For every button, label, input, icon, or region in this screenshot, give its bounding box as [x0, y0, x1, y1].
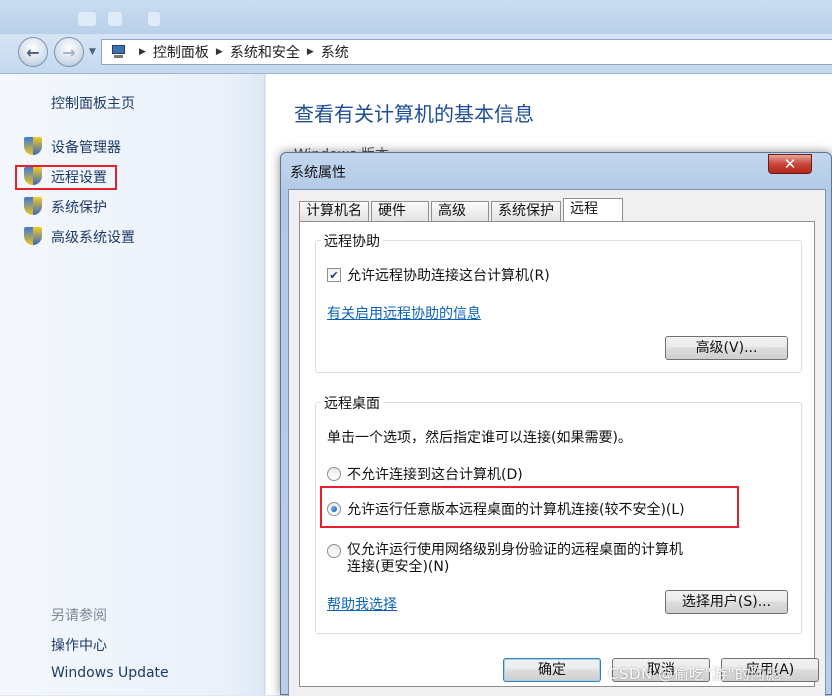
radio-label: 仅允许运行使用网络级别身份验证的远程桌面的计算机: [347, 542, 683, 558]
tab-advanced[interactable]: 高级: [431, 201, 489, 221]
chevron-right-icon[interactable]: ▶: [139, 47, 146, 57]
recent-pages-dropdown-icon[interactable]: ▼: [89, 47, 96, 57]
tab-hardware[interactable]: 硬件: [371, 201, 429, 221]
uac-shield-icon: [24, 137, 42, 157]
action-center-link[interactable]: 操作中心: [51, 635, 107, 655]
allow-remote-assistance-checkbox[interactable]: ✔ 允许远程协助连接这台计算机(R): [327, 265, 550, 285]
breadcrumb-item-system-security[interactable]: 系统和安全: [230, 42, 300, 62]
close-button[interactable]: ✕: [768, 154, 812, 174]
back-arrow-icon: ←: [26, 42, 40, 62]
highlight-box: [15, 165, 117, 190]
radio-label: 连接(更安全)(N): [347, 559, 450, 575]
address-bar: ← → ▼ ▶ 控制面板 ▶ 系统和安全 ▶ 系统: [0, 34, 832, 74]
advanced-button[interactable]: 高级(V)...: [665, 336, 788, 360]
tab-panel-remote: 远程协助 ✔ 允许远程协助连接这台计算机(R) 有关启用远程协助的信息 高级(V…: [299, 221, 815, 687]
tab-computer-name[interactable]: 计算机名: [299, 201, 369, 221]
remote-desktop-group-title: 远程桌面: [321, 393, 383, 413]
breadcrumb-item-system[interactable]: 系统: [321, 42, 349, 62]
titlebar-blur: [108, 12, 122, 26]
left-nav: 控制面板主页 设备管理器 远程设置 系统保护 高级系统设置 另请参阅 操作中心 …: [0, 74, 265, 695]
checkbox-label: 允许远程协助连接这台计算机(R): [347, 268, 550, 284]
sidebar-item-label: 设备管理器: [51, 140, 121, 156]
tab-strip: 计算机名 硬件 高级 系统保护 远程: [299, 198, 625, 222]
dialog-body: 计算机名 硬件 高级 系统保护 远程 远程协助 ✔ 允许远程协助连接这台计算机(…: [288, 189, 826, 696]
sidebar-item-system-protection[interactable]: 系统保护: [24, 196, 107, 218]
forward-button[interactable]: →: [54, 37, 84, 67]
close-icon: ✕: [783, 155, 797, 173]
uac-shield-icon: [24, 197, 42, 217]
dialog-title: 系统属性: [290, 165, 346, 181]
chevron-right-icon[interactable]: ▶: [307, 47, 314, 57]
tab-system-protection[interactable]: 系统保护: [491, 201, 561, 221]
computer-icon: [108, 44, 128, 60]
sidebar-item-label: 系统保护: [51, 200, 107, 216]
remote-desktop-instruction: 单击一个选项，然后指定谁可以连接(如果需要)。: [327, 430, 632, 446]
control-panel-home-link[interactable]: 控制面板主页: [51, 93, 135, 113]
radio-option-disallow[interactable]: 不允许连接到这台计算机(D): [327, 464, 523, 484]
titlebar-blur: [78, 12, 96, 26]
window-titlebar: [0, 0, 832, 34]
select-users-button[interactable]: 选择用户(S)...: [665, 590, 788, 614]
highlight-box: [320, 486, 739, 528]
sidebar-item-device-manager[interactable]: 设备管理器: [24, 136, 121, 158]
watermark: CSDN @偷吃"游"的阿彪: [608, 665, 782, 683]
uac-shield-icon: [24, 227, 42, 247]
forward-arrow-icon: →: [62, 42, 76, 62]
windows-update-link[interactable]: Windows Update: [51, 665, 169, 681]
sidebar-item-advanced-settings[interactable]: 高级系统设置: [24, 226, 135, 248]
checkmark-icon: ✔: [327, 268, 341, 282]
tab-remote[interactable]: 远程: [563, 198, 623, 222]
page-title: 查看有关计算机的基本信息: [294, 102, 534, 126]
radio-icon: [327, 544, 341, 558]
breadcrumb-item-control-panel[interactable]: 控制面板: [153, 42, 209, 62]
radio-label-block: 仅允许运行使用网络级别身份验证的远程桌面的计算机 连接(更安全)(N): [347, 542, 683, 576]
ok-button[interactable]: 确定: [503, 658, 601, 682]
remote-assistance-info-link[interactable]: 有关启用远程协助的信息: [327, 303, 481, 323]
sidebar-item-label: 高级系统设置: [51, 230, 135, 246]
help-me-choose-link[interactable]: 帮助我选择: [327, 594, 397, 614]
radio-label: 不允许连接到这台计算机(D): [347, 467, 523, 483]
see-also-heading: 另请参阅: [51, 608, 107, 624]
remote-assistance-group-title: 远程协助: [321, 231, 383, 251]
chevron-right-icon[interactable]: ▶: [216, 47, 223, 57]
titlebar-blur: [148, 12, 160, 26]
system-properties-dialog: 系统属性 ✕ 计算机名 硬件 高级 系统保护 远程 远程协助 ✔ 允许远程协助连…: [280, 152, 832, 696]
breadcrumb[interactable]: ▶ 控制面板 ▶ 系统和安全 ▶ 系统: [101, 39, 832, 65]
radio-option-nla-only[interactable]: 仅允许运行使用网络级别身份验证的远程桌面的计算机 连接(更安全)(N): [327, 542, 683, 576]
back-button[interactable]: ←: [18, 37, 48, 67]
radio-icon: [327, 467, 341, 481]
